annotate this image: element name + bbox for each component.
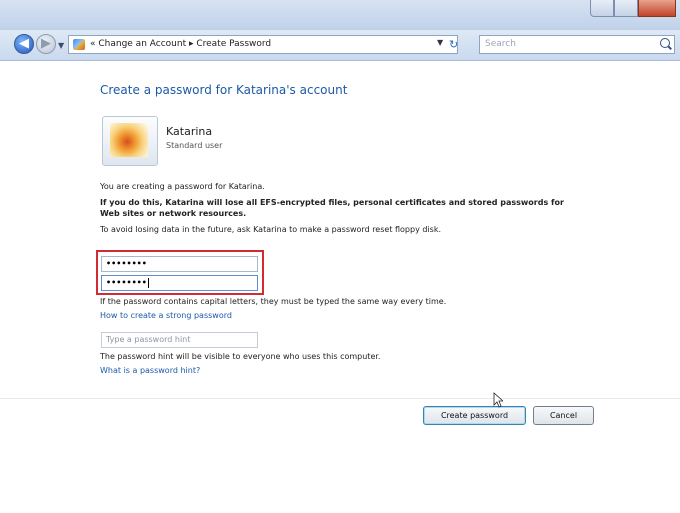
create-password-button[interactable]: Create password <box>423 406 526 425</box>
confirm-password-value: •••••••• <box>106 278 147 287</box>
control-panel-window: ◀ ▶ ▼ « Change an Account ▸ Create Passw… <box>0 0 680 513</box>
new-password-field[interactable]: •••••••• <box>101 256 258 272</box>
caps-note: If the password contains capital letters… <box>100 297 447 306</box>
minimize-button[interactable] <box>590 0 614 17</box>
new-password-value: •••••••• <box>106 259 147 268</box>
address-dropdown-icon[interactable]: ▼ <box>437 38 443 47</box>
text-caret <box>147 277 149 288</box>
forward-button[interactable]: ▶ <box>36 34 56 54</box>
mouse-pointer-icon <box>493 392 503 408</box>
info-text: You are creating a password for Katarina… <box>100 182 265 191</box>
password-hint-input[interactable]: Type a password hint <box>101 332 258 348</box>
page-title: Create a password for Katarina's account <box>100 83 348 97</box>
recent-pages-dropdown-icon[interactable]: ▼ <box>58 41 64 50</box>
warning-text-line1: If you do this, Katarina will lose all E… <box>100 198 564 207</box>
search-icon[interactable] <box>660 38 670 48</box>
back-arrow-icon: ◀ <box>19 36 29 51</box>
search-input[interactable]: Search <box>479 35 675 54</box>
back-button[interactable]: ◀ <box>14 34 34 54</box>
caption-buttons <box>590 0 676 17</box>
warning-text-line2: Web sites or network resources. <box>100 209 247 218</box>
advice-text: To avoid losing data in the future, ask … <box>100 225 442 234</box>
refresh-icon[interactable]: ↻ <box>449 38 458 52</box>
password-hint-link[interactable]: What is a password hint? <box>100 366 200 375</box>
user-account-type: Standard user <box>166 141 223 150</box>
cancel-button[interactable]: Cancel <box>533 406 594 425</box>
divider <box>0 398 680 399</box>
user-picture-icon <box>110 123 148 157</box>
address-bar[interactable]: « Change an Account ▸ Create Password <box>68 35 458 54</box>
title-bar[interactable] <box>0 0 680 31</box>
strong-password-link[interactable]: How to create a strong password <box>100 311 232 320</box>
control-panel-icon <box>73 39 85 50</box>
maximize-button[interactable] <box>614 0 638 17</box>
user-name: Katarina <box>166 125 213 138</box>
search-placeholder: Search <box>485 39 516 49</box>
navigation-bar: ◀ ▶ ▼ « Change an Account ▸ Create Passw… <box>0 30 680 61</box>
close-button[interactable] <box>638 0 676 17</box>
hint-note: The password hint will be visible to eve… <box>100 352 381 361</box>
breadcrumb[interactable]: « Change an Account ▸ Create Password <box>90 36 271 53</box>
forward-arrow-icon: ▶ <box>41 36 51 51</box>
hint-placeholder: Type a password hint <box>106 335 191 344</box>
confirm-password-field[interactable]: •••••••• <box>101 275 258 291</box>
user-avatar <box>102 116 158 166</box>
main-content: Create a password for Katarina's account… <box>0 61 680 513</box>
